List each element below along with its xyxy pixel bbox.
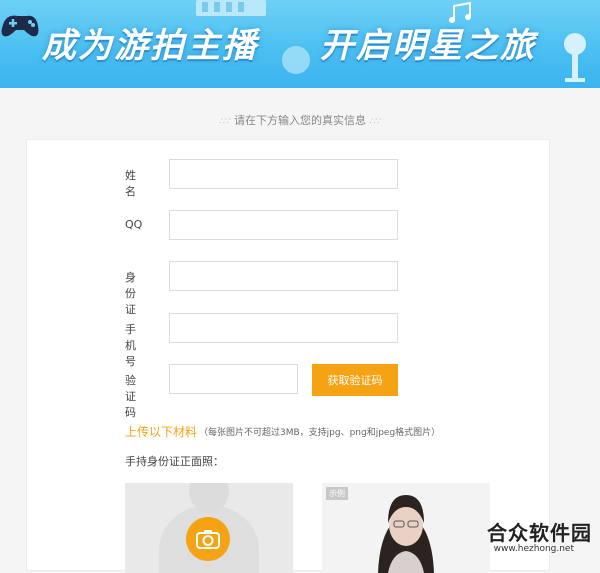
keyboard-icon: [196, 0, 266, 16]
camera-icon[interactable]: [186, 517, 230, 561]
name-input[interactable]: [169, 159, 398, 189]
get-code-button[interactable]: 获取验证码: [312, 364, 398, 396]
verify-code-input[interactable]: [169, 364, 298, 394]
gamepad-icon: [1, 15, 39, 37]
application-form: 姓名 QQ 身份证 手机号 验证码 获取验证码 上传以下材料 （每张图片不可超过…: [26, 139, 550, 573]
upload-section-title: 上传以下材料: [125, 425, 198, 439]
banner-title-right: 开启明星之旅: [320, 26, 536, 66]
id-card-input[interactable]: [169, 261, 398, 291]
sample-photo: 示例: [322, 483, 490, 573]
name-label: 姓名: [125, 169, 136, 198]
verify-code-label: 验证码: [125, 374, 136, 419]
decorative-circle: [282, 46, 310, 74]
decorative-dots: ∴∵: [219, 117, 231, 127]
phone-input[interactable]: [169, 313, 398, 343]
microphone-icon: [564, 33, 586, 82]
banner: 成为游拍主播 开启明星之旅: [0, 0, 600, 88]
hold-id-photo-label: 手持身份证正面照：: [125, 455, 224, 468]
id-card-label: 身份证: [125, 271, 136, 316]
qq-input[interactable]: [169, 210, 398, 240]
watermark-url: www.hezhong.net: [493, 544, 574, 554]
phone-label: 手机号: [125, 323, 136, 368]
id-photo-upload[interactable]: [125, 483, 293, 573]
upload-note: （每张图片不可超过3MB，支持jpg、png和jpeg格式图片）: [199, 428, 441, 438]
subtitle-text: 请在下方输入您的真实信息: [234, 114, 366, 127]
decorative-dots: ∴∵: [369, 117, 381, 127]
watermark-brand: 合众软件园: [487, 521, 592, 545]
banner-title-left: 成为游拍主播: [42, 26, 258, 66]
sample-tag: 示例: [326, 487, 348, 500]
form-subtitle: ∴∵ 请在下方输入您的真实信息 ∴∵: [0, 112, 600, 128]
qq-label: QQ: [125, 218, 143, 231]
